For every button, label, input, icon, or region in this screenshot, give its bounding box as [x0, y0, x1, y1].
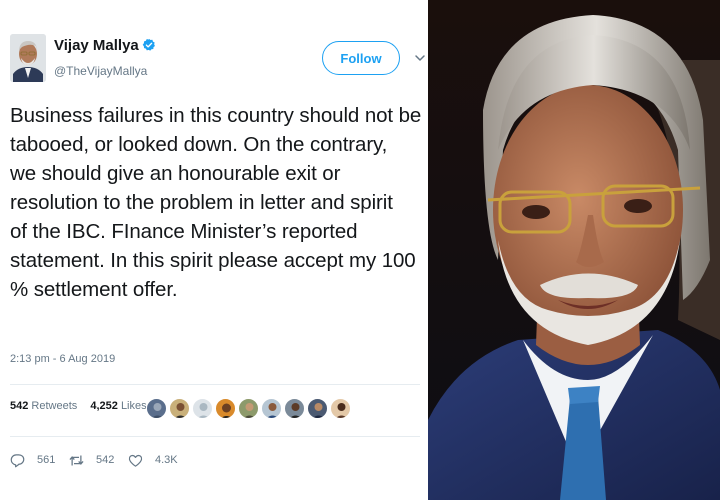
divider: [10, 436, 420, 437]
reply-button[interactable]: 561: [10, 450, 55, 470]
liker-avatar[interactable]: [284, 398, 305, 419]
liker-avatar[interactable]: [169, 398, 190, 419]
tweet-text-line: we should give an honourable exit or: [10, 162, 341, 185]
verified-badge-icon: [142, 38, 155, 51]
like-button[interactable]: 4.3K: [128, 450, 178, 470]
liker-avatar[interactable]: [307, 398, 328, 419]
retweets-count: 542: [10, 400, 29, 412]
retweet-count: 542: [96, 454, 115, 466]
liker-avatar[interactable]: [192, 398, 213, 419]
tweet-text-line: % settlement offer.: [10, 278, 178, 301]
tweet-text-line: resolution to the problem in letter and …: [10, 191, 393, 214]
liker-avatar[interactable]: [261, 398, 282, 419]
liker-avatar[interactable]: [146, 398, 167, 419]
reply-icon: [10, 453, 25, 467]
tweet-text-line: tabooed, or looked down. On the contrary…: [10, 133, 388, 156]
retweet-button[interactable]: 542: [69, 450, 114, 470]
retweet-icon: [69, 455, 84, 465]
liker-avatar[interactable]: [238, 398, 259, 419]
author-avatar[interactable]: [10, 34, 46, 82]
tweet-text-line: statement. In this spirit please accept …: [10, 249, 416, 272]
tweet-card: Vijay Mallya @TheVijayMallya Follow Busi…: [0, 0, 430, 500]
likes-stat[interactable]: 4,252 Likes: [90, 400, 146, 412]
retweets-stat[interactable]: 542 Retweets: [10, 400, 77, 412]
heart-icon: [128, 454, 143, 467]
chevron-down-icon[interactable]: [414, 52, 426, 64]
like-count: 4.3K: [155, 454, 178, 466]
engagement-stats: 542 Retweets 4,252 Likes: [10, 400, 147, 420]
author-handle[interactable]: @TheVijayMallya: [54, 64, 147, 78]
tweet-header: Vijay Mallya @TheVijayMallya Follow: [10, 34, 425, 90]
tweet-text-line: Business failures in this country should…: [10, 104, 422, 127]
tweet-text-line: of the IBC. FInance Minister’s reported: [10, 220, 358, 243]
divider: [10, 384, 420, 385]
tweet-text: Business failures in this country should…: [10, 101, 428, 304]
reply-count: 561: [37, 454, 56, 466]
likes-count: 4,252: [90, 400, 118, 412]
likes-label: Likes: [120, 400, 147, 412]
author-name[interactable]: Vijay Mallya: [54, 37, 156, 54]
follow-button[interactable]: Follow: [322, 41, 400, 75]
retweets-label: Retweets: [31, 400, 78, 412]
author-name-text[interactable]: Vijay Mallya: [54, 37, 139, 54]
tweet-timestamp[interactable]: 2:13 pm - 6 Aug 2019: [10, 353, 115, 365]
portrait-photo: [428, 0, 720, 500]
liker-avatar[interactable]: [215, 398, 236, 419]
liker-avatar[interactable]: [330, 398, 351, 419]
